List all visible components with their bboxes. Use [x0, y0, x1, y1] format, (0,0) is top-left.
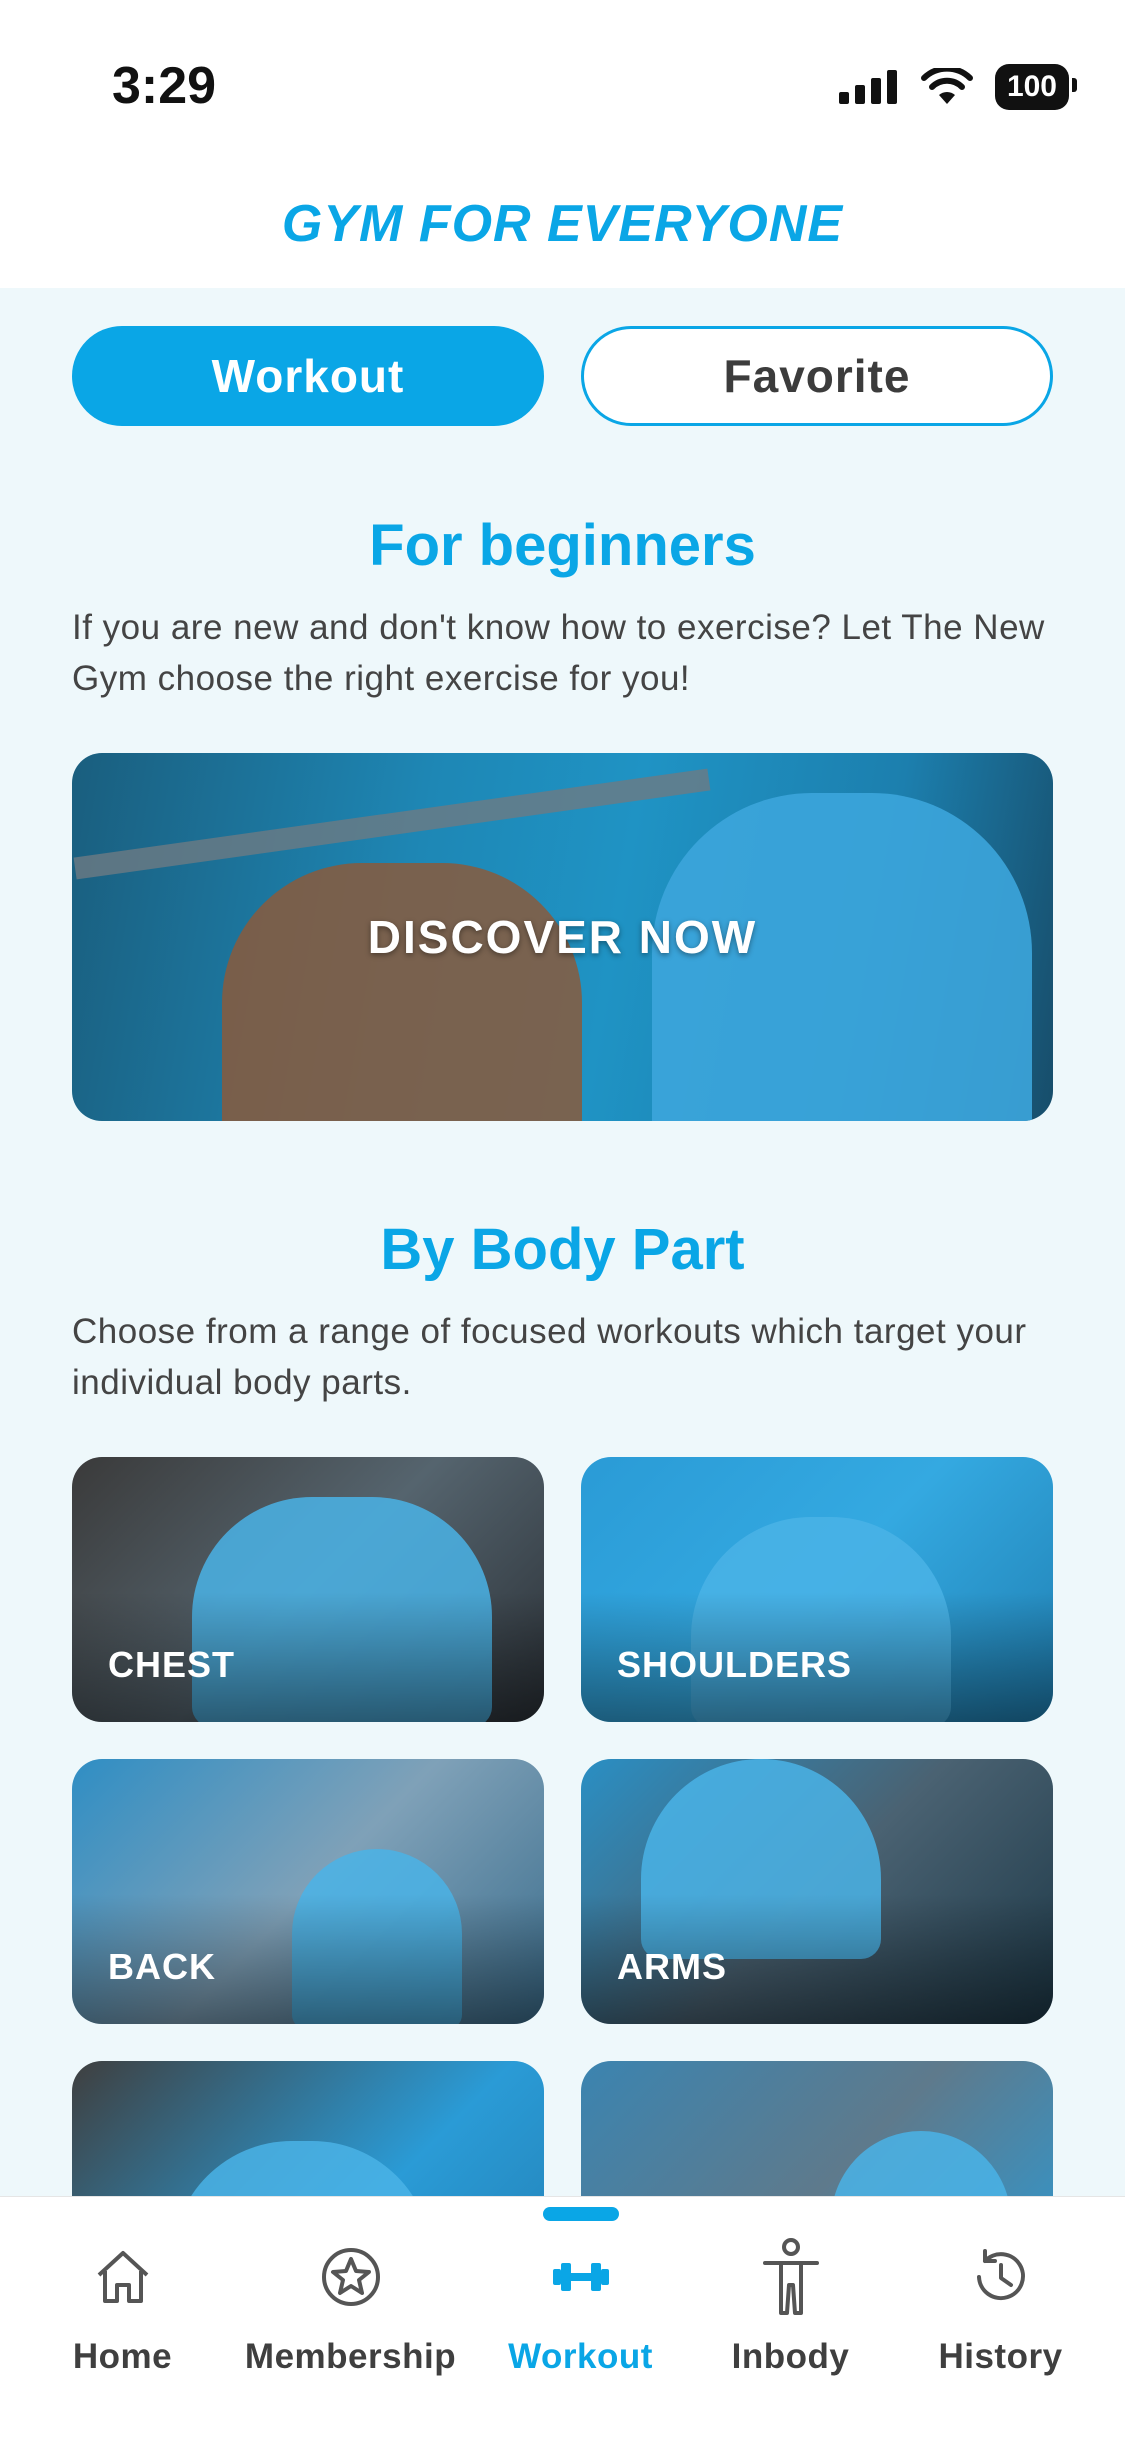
nav-home[interactable]: Home [10, 2237, 235, 2377]
status-time: 3:29 [112, 57, 217, 115]
battery-indicator: 100 [994, 64, 1078, 110]
discover-now-label: DISCOVER NOW [367, 911, 758, 963]
nav-inbody-label: Inbody [731, 2337, 850, 2376]
bottom-nav: Home Membership Workout Inbody History [0, 2196, 1125, 2437]
bodypart-card-arms[interactable]: ARMS [581, 1759, 1053, 2024]
beginners-description: If you are new and don't know how to exe… [72, 608, 1045, 698]
bodypart-description: Choose from a range of focused workouts … [72, 1312, 1027, 1402]
nav-history[interactable]: History [888, 2237, 1113, 2377]
history-icon [961, 2237, 1041, 2317]
tab-workout[interactable]: Workout [72, 326, 544, 426]
card-label: BACK [108, 1946, 216, 1987]
nav-home-label: Home [72, 2337, 173, 2376]
nav-workout-label: Workout [508, 2337, 653, 2376]
nav-workout[interactable]: Workout [468, 2237, 693, 2377]
discover-now-banner[interactable]: DISCOVER NOW [72, 753, 1053, 1121]
nav-membership-label: Membership [244, 2337, 457, 2376]
home-icon [83, 2237, 163, 2317]
tab-favorite[interactable]: Favorite [581, 326, 1053, 426]
card-label: SHOULDERS [617, 1644, 853, 1685]
body-icon [751, 2237, 831, 2317]
app-header: GYM FOR EVERYONE [0, 160, 1125, 288]
bodypart-card-chest[interactable]: CHEST [72, 1457, 544, 1722]
wifi-icon [920, 68, 973, 104]
status-icons: 100 [838, 64, 1078, 110]
bodypart-card-back[interactable]: BACK [72, 1759, 544, 2024]
beginners-title: For beginners [369, 513, 756, 578]
signal-icon [838, 70, 897, 104]
bodypart-card-shoulders[interactable]: SHOULDERS [581, 1457, 1053, 1722]
star-badge-icon [311, 2237, 391, 2317]
active-tab-indicator [543, 2207, 619, 2221]
app-title: GYM FOR EVERYONE [281, 195, 844, 253]
card-label: CHEST [108, 1644, 236, 1685]
tab-switcher: Workout Favorite [72, 326, 1053, 426]
status-bar: 3:29 100 [0, 0, 1125, 160]
nav-inbody[interactable]: Inbody [678, 2237, 903, 2377]
card-label: ARMS [617, 1946, 727, 1987]
dumbbell-icon [541, 2237, 621, 2317]
bodypart-title: By Body Part [380, 1217, 745, 1282]
nav-membership[interactable]: Membership [238, 2237, 463, 2377]
nav-history-label: History [938, 2337, 1063, 2376]
